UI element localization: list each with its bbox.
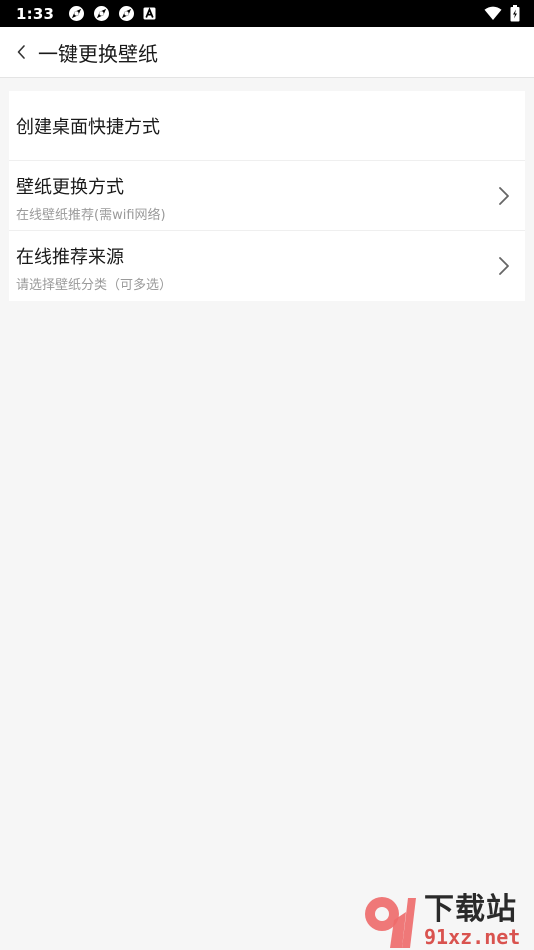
chevron-left-icon [17,45,25,59]
watermark-text: 下载站 91xz.net [424,894,520,950]
watermark: 下载站 91xz.net [360,892,530,950]
chevron-right-icon [499,257,509,275]
back-button[interactable] [4,27,38,78]
create-shortcut-label: 创建桌面快捷方式 [16,116,160,138]
status-bar: 1:33 [0,0,534,27]
wallpaper-change-mode-label: 壁纸更换方式 [16,177,124,198]
wallpaper-change-mode-subtitle: 在线壁纸推荐(需wifi网络) [16,208,166,223]
a-badge-icon [143,7,156,20]
page-title: 一键更换壁纸 [38,41,158,66]
photo-icon [69,6,85,21]
settings-list: 创建桌面快捷方式 壁纸更换方式 在线壁纸推荐(需wifi网络) 在线推荐来源 请… [9,91,525,301]
create-shortcut-item[interactable]: 创建桌面快捷方式 [9,91,525,160]
wifi-icon [484,6,502,20]
chevron-right-icon [499,187,509,205]
app-bar: 一键更换壁纸 [0,27,534,78]
watermark-url: 91xz.net [424,925,521,949]
photo-icon [94,6,110,21]
wallpaper-change-mode-item[interactable]: 壁纸更换方式 在线壁纸推荐(需wifi网络) [9,160,525,230]
watermark-title: 下载站 [424,892,517,927]
photo-icon [119,6,135,21]
watermark-logo [360,892,422,950]
online-source-label: 在线推荐来源 [16,247,124,268]
status-time: 1:33 [16,4,55,23]
battery-icon [510,5,520,22]
status-system-icons [484,5,520,22]
online-source-subtitle: 请选择壁纸分类（可多选） [16,278,173,293]
online-source-item[interactable]: 在线推荐来源 请选择壁纸分类（可多选） [9,230,525,300]
status-notification-icons [68,5,156,22]
